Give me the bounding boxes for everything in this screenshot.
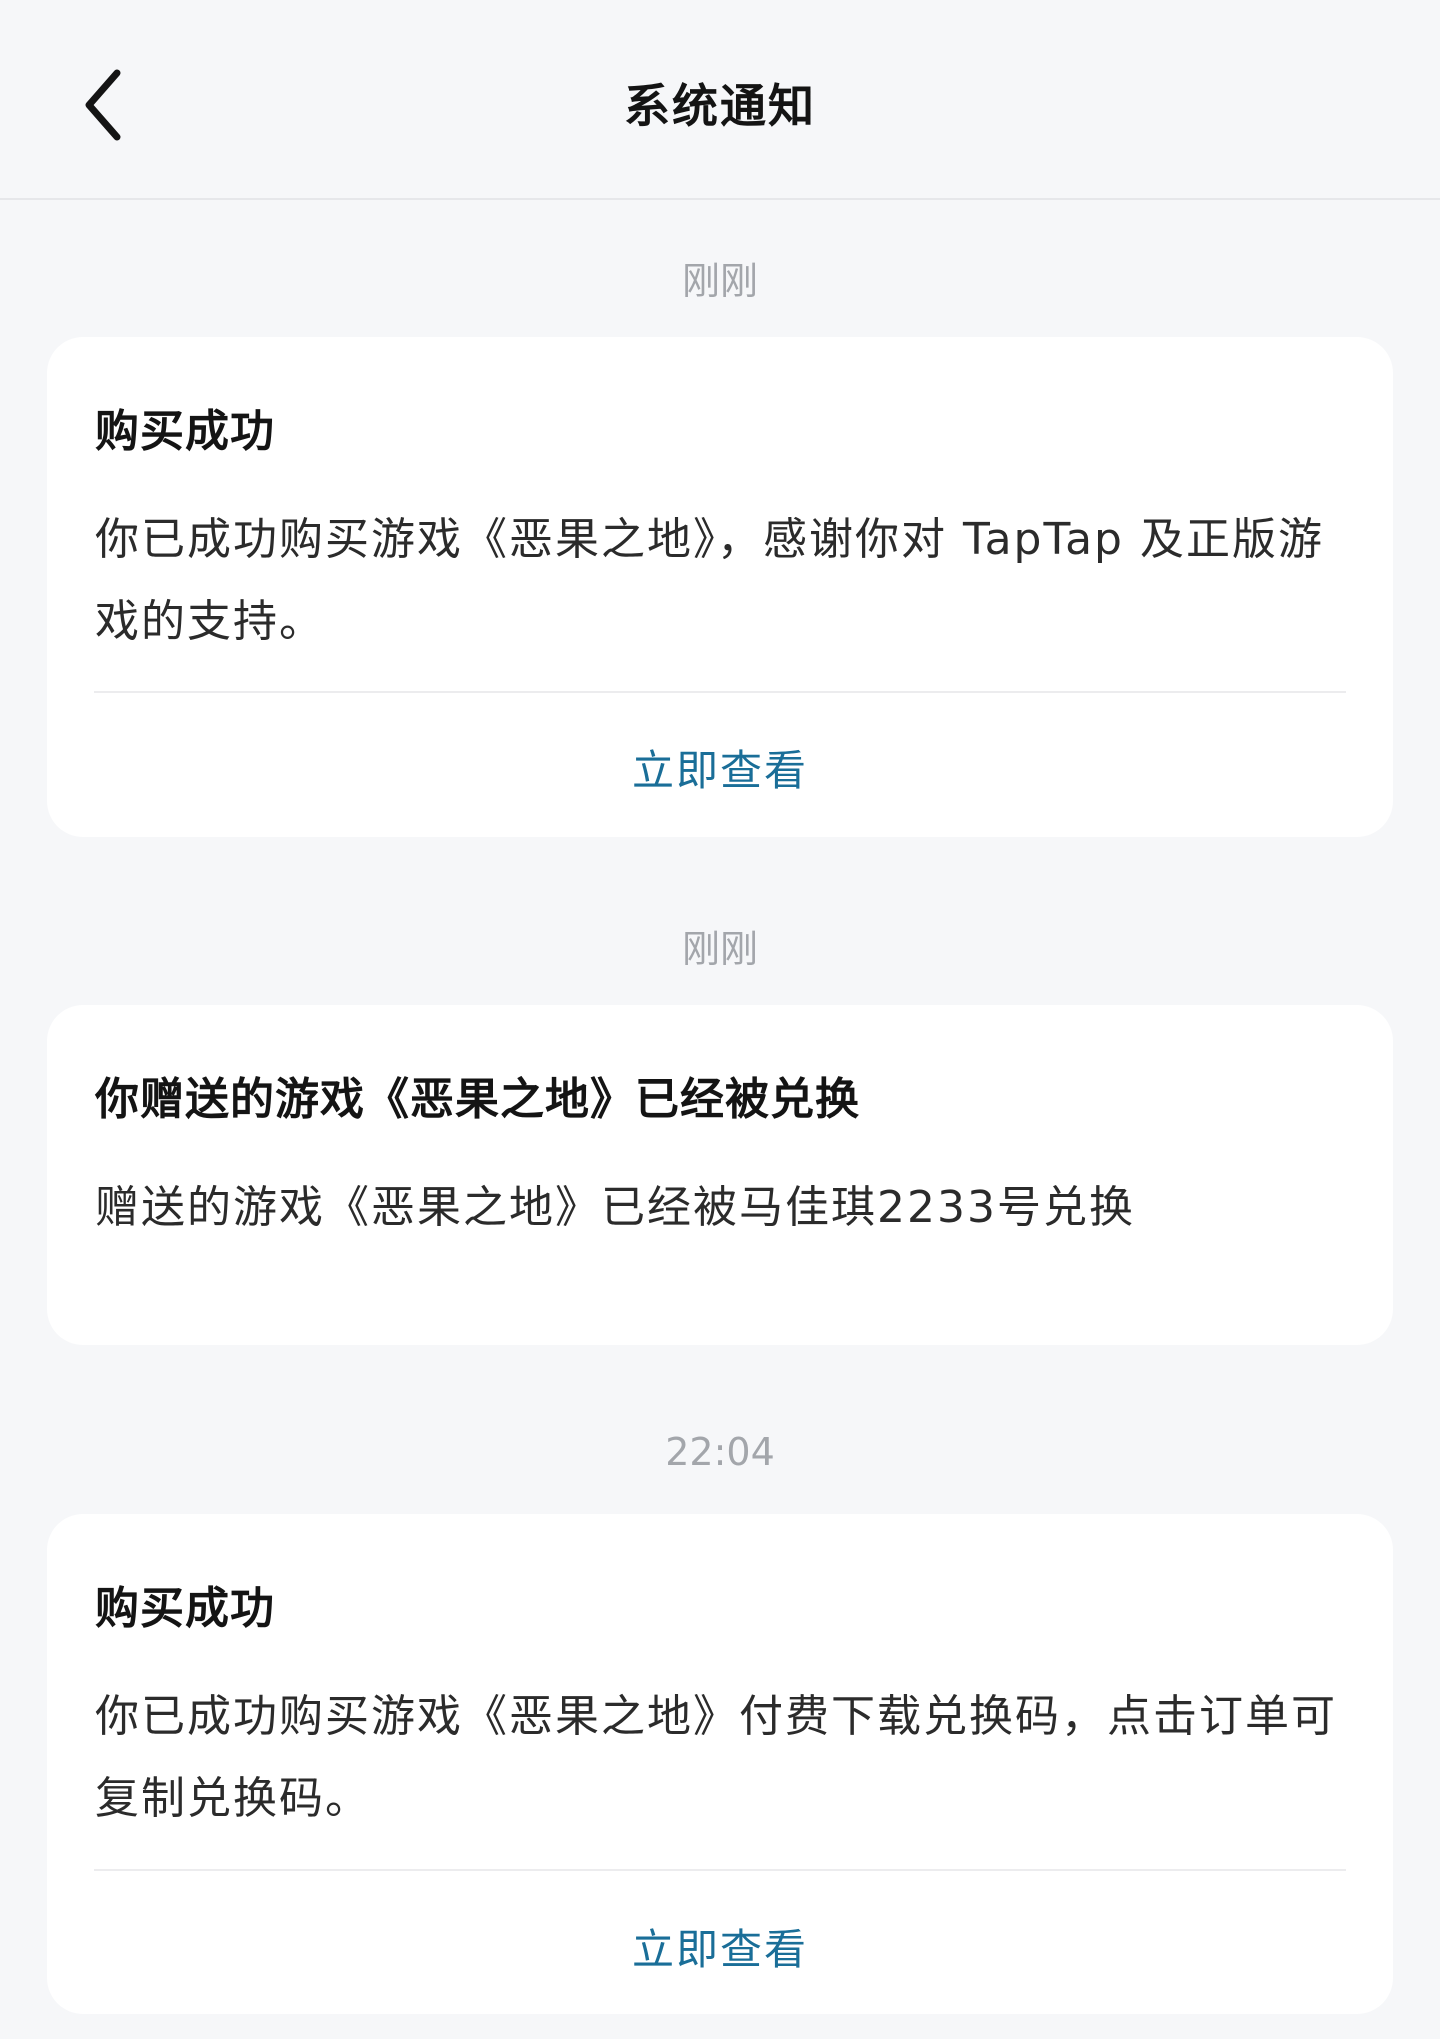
notification-body: 你已成功购买游戏《恶果之地》付费下载兑换码，点击订单可复制兑换码。 [95, 1691, 1337, 1824]
notification-title: 购买成功 [95, 406, 275, 457]
notification-time: 刚刚 [681, 927, 758, 971]
view-now-button[interactable]: 立即查看 [47, 1916, 1393, 1977]
notification-body: 赠送的游戏《恶果之地》已经被马佳琪2233号兑换 [95, 1182, 1135, 1233]
notification-card[interactable]: 购买成功 你已成功购买游戏《恶果之地》，感谢你对 TapTap 及正版游戏的支持… [47, 337, 1393, 837]
page-title: 系统通知 [624, 79, 816, 133]
notification-time: 刚刚 [681, 259, 758, 303]
notification-card[interactable]: 你赠送的游戏《恶果之地》已经被兑换 赠送的游戏《恶果之地》已经被马佳琪2233号… [47, 1005, 1393, 1345]
notification-time: 22:04 [665, 1430, 775, 1474]
notification-body: 你已成功购买游戏《恶果之地》，感谢你对 TapTap 及正版游戏的支持。 [95, 514, 1324, 647]
notification-card[interactable]: 购买成功 你已成功购买游戏《恶果之地》付费下载兑换码，点击订单可复制兑换码。 立… [47, 1514, 1393, 2014]
notification-title: 购买成功 [95, 1583, 275, 1634]
view-now-button[interactable]: 立即查看 [47, 737, 1393, 798]
card-divider [94, 1869, 1346, 1871]
top-bar: 系统通知 [0, 0, 1440, 200]
card-divider [94, 691, 1346, 693]
notification-title: 你赠送的游戏《恶果之地》已经被兑换 [95, 1074, 860, 1125]
